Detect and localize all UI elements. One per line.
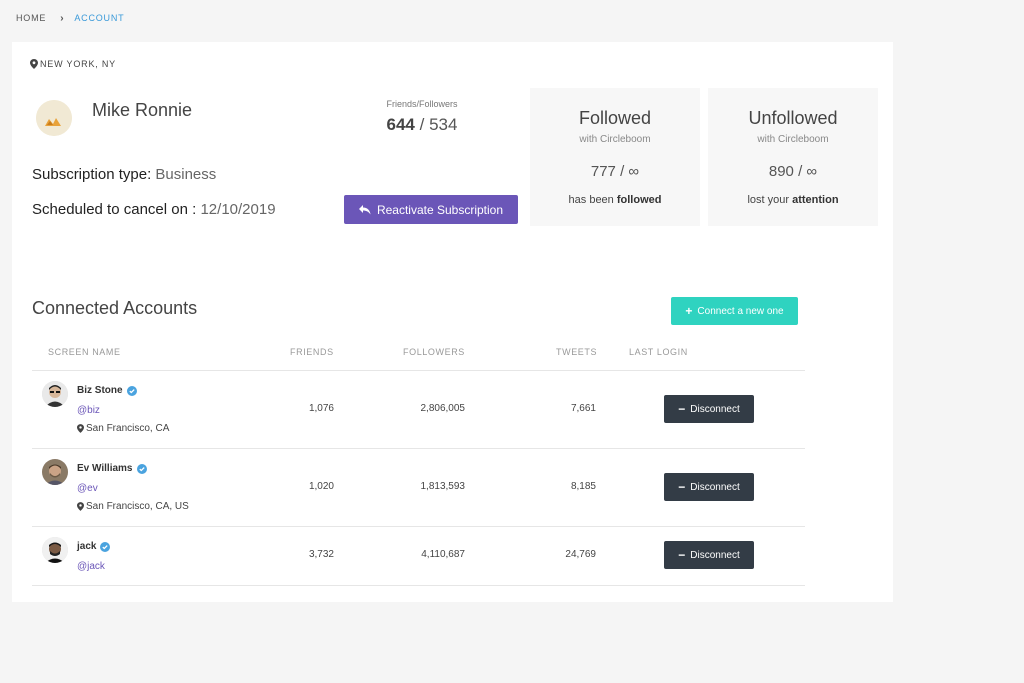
followed-note-prefix: has been [568,194,614,206]
friends-followers-label: Friends/Followers [386,99,458,109]
avatar [42,381,68,407]
disconnect-label: Disconnect [690,481,740,493]
unfollowed-count: 890 / ∞ [768,163,818,180]
followers-count: 534 [429,115,458,134]
divider [32,370,805,371]
connect-label: Connect a new one [697,305,784,317]
account-location: San Francisco, CA, US [77,501,189,512]
disconnect-label: Disconnect [690,549,740,561]
ff-separator: / [419,115,425,134]
unfollowed-stat-box: Unfollowed with Circleboom 890 / ∞ lost … [708,88,878,226]
unfollowed-sub: with Circleboom [757,134,829,145]
verified-badge-icon [136,463,147,474]
minus-icon: − [678,480,686,494]
friends-cell: 3,732 [308,549,334,560]
map-pin-icon [77,424,84,433]
friends-followers-values: 644 / 534 [357,115,487,135]
account-location-text: San Francisco, CA [86,423,170,434]
followed-sub: with Circleboom [579,134,651,145]
subscription-type: Subscription type: Business [32,166,216,183]
followed-note: has been followed [530,194,700,206]
unfollowed-note-bold: attention [792,194,839,206]
divider [32,585,805,586]
reply-arrow-icon [358,204,371,214]
account-name-text: Biz Stone [77,385,123,396]
reactivate-subscription-button[interactable]: Reactivate Subscription [344,195,518,224]
column-header-screen-name: SCREEN NAME [48,347,121,357]
friends-count: 644 [386,115,415,134]
subscription-value: Business [155,166,217,183]
disconnect-button[interactable]: − Disconnect [664,473,754,501]
disconnect-button[interactable]: − Disconnect [664,395,754,423]
subscription-label: Subscription type: [32,166,152,183]
followed-count: 777 / ∞ [590,163,640,180]
followers-cell: 1,813,593 [420,481,466,492]
account-handle[interactable]: @ev [77,483,98,494]
followers-cell: 4,110,687 [421,549,465,560]
cancel-date: Scheduled to cancel on : 12/10/2019 [32,201,276,218]
followers-cell: 2,806,005 [420,403,466,414]
column-header-followers: FOLLOWERS [403,347,465,357]
verified-badge-icon [126,385,137,396]
tweets-cell: 8,185 [570,481,596,492]
connected-accounts-title: Connected Accounts [32,298,198,318]
account-location-text: San Francisco, CA, US [86,501,189,512]
verified-badge-icon [100,541,111,552]
account-name-text: jack [77,541,97,552]
account-card: NEW YORK, NY Mike Ronnie Friends/Followe… [12,42,893,602]
tweets-cell: 24,769 [565,549,596,560]
account-handle[interactable]: @jack [77,561,105,572]
followed-title: Followed [578,108,652,128]
disconnect-button[interactable]: − Disconnect [664,541,754,569]
divider [32,448,805,449]
plus-icon: + [685,304,693,318]
unfollowed-title: Unfollowed [748,108,838,128]
breadcrumb: HOME › ACCOUNT [16,12,124,24]
breadcrumb-home[interactable]: HOME [16,13,46,23]
unfollowed-note-prefix: lost your [747,194,790,206]
location-text: NEW YORK, NY [40,59,116,69]
profile-location: NEW YORK, NY [30,59,116,69]
account-name: Ev Williams [77,463,147,474]
unfollowed-note: lost your attention [708,194,878,206]
column-header-last-login: LAST LOGIN [629,347,688,357]
avatar [42,459,68,485]
account-location: San Francisco, CA [77,423,169,434]
reactivate-label: Reactivate Subscription [376,202,504,217]
minus-icon: − [678,402,686,416]
chevron-right-icon: › [60,12,65,24]
account-name-text: Ev Williams [77,463,133,474]
account-name: Biz Stone [77,385,137,396]
connect-new-account-button[interactable]: + Connect a new one [671,297,798,325]
disconnect-label: Disconnect [690,403,740,415]
column-header-tweets: TWEETS [556,347,598,357]
cancel-value: 12/10/2019 [200,201,276,218]
divider [32,526,805,527]
friends-cell: 1,020 [308,481,334,492]
friends-cell: 1,076 [308,403,334,414]
profile-name: Mike Ronnie [92,100,193,120]
tweets-cell: 7,661 [570,403,596,414]
map-pin-icon [77,502,84,511]
map-pin-icon [30,59,38,69]
column-header-friends: FRIENDS [290,347,334,357]
account-name: jack [77,541,111,552]
avatar [36,100,72,136]
cancel-label: Scheduled to cancel on : [32,201,197,218]
followed-stat-box: Followed with Circleboom 777 / ∞ has bee… [530,88,700,226]
avatar [42,537,68,563]
breadcrumb-account[interactable]: ACCOUNT [74,13,124,23]
minus-icon: − [678,548,686,562]
followed-note-bold: followed [616,194,662,206]
account-handle[interactable]: @biz [77,405,100,416]
